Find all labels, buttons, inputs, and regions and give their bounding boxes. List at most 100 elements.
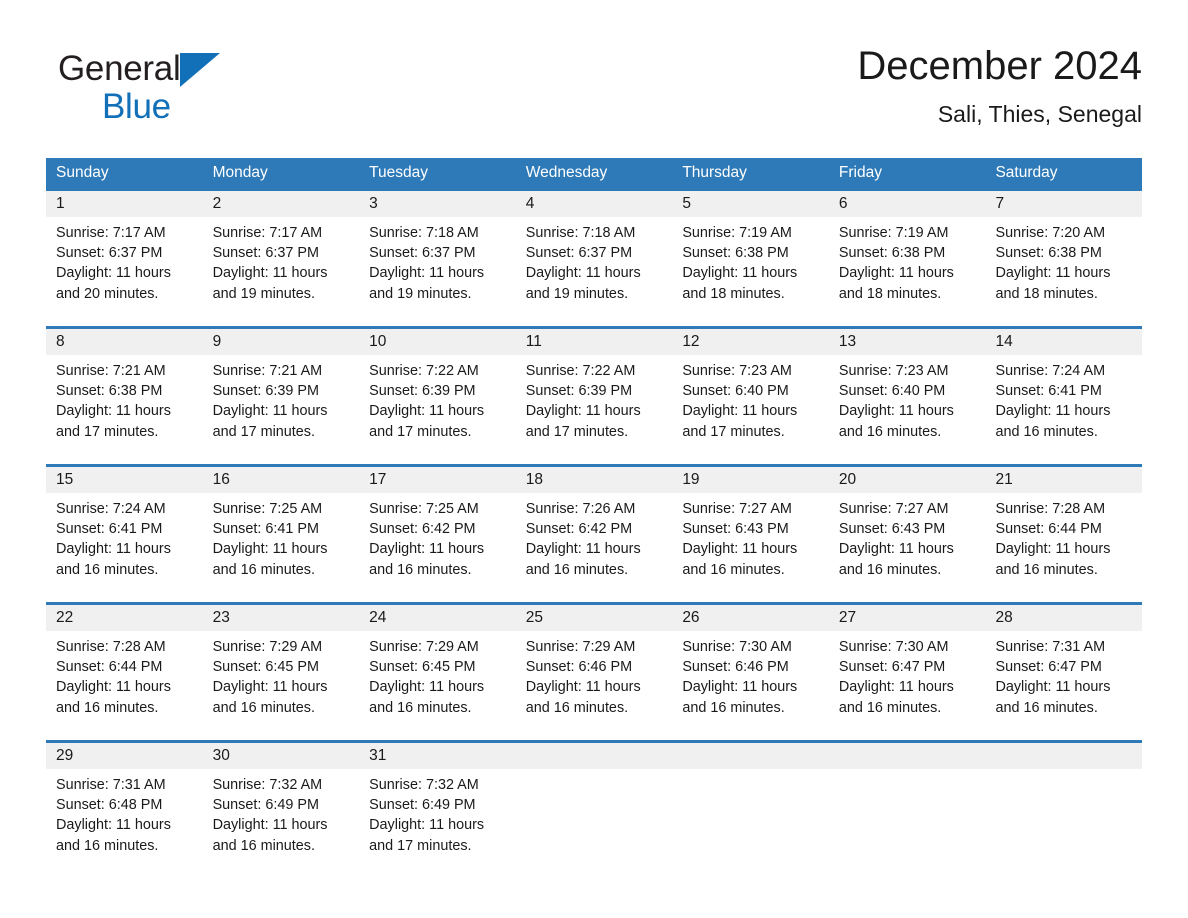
day-number[interactable]: 28 (985, 605, 1142, 631)
day-cell[interactable]: Sunrise: 7:17 AM Sunset: 6:37 PM Dayligh… (46, 217, 203, 326)
day-number-empty (516, 743, 673, 769)
week-daynumber-band: 8 9 10 11 12 13 14 (46, 329, 1142, 355)
sunrise-text: Sunrise: 7:31 AM (56, 777, 166, 793)
daylight-line1: Daylight: 11 hours (369, 541, 485, 558)
sunset-text: Sunset: 6:39 PM (369, 383, 476, 400)
day-cell[interactable]: Sunrise: 7:30 AM Sunset: 6:47 PM Dayligh… (829, 631, 986, 740)
day-number[interactable]: 29 (46, 743, 203, 769)
day-number[interactable]: 21 (985, 467, 1142, 493)
generalblue-logo[interactable]: General Blue (58, 50, 318, 140)
day-cell[interactable]: Sunrise: 7:32 AM Sunset: 6:49 PM Dayligh… (359, 769, 516, 881)
day-number[interactable]: 16 (203, 467, 360, 493)
day-number[interactable]: 8 (46, 329, 203, 355)
day-number[interactable]: 18 (516, 467, 673, 493)
day-number[interactable]: 20 (829, 467, 986, 493)
day-number[interactable]: 11 (516, 329, 673, 355)
day-cell[interactable]: Sunrise: 7:28 AM Sunset: 6:44 PM Dayligh… (985, 493, 1142, 602)
day-number[interactable]: 23 (203, 605, 360, 631)
day-cell[interactable]: Sunrise: 7:29 AM Sunset: 6:45 PM Dayligh… (203, 631, 360, 740)
day-number[interactable]: 31 (359, 743, 516, 769)
day-number[interactable]: 25 (516, 605, 673, 631)
day-number[interactable]: 3 (359, 191, 516, 217)
sunset-text: Sunset: 6:38 PM (995, 245, 1102, 262)
daylight-line2: and 17 minutes. (369, 423, 472, 440)
daylight-line1: Daylight: 11 hours (995, 403, 1111, 420)
day-number[interactable]: 14 (985, 329, 1142, 355)
day-number[interactable]: 27 (829, 605, 986, 631)
logo-triangle-icon (180, 53, 221, 87)
daylight-line1: Daylight: 11 hours (56, 679, 171, 696)
calendar-week-row: 15 16 17 18 19 20 21 Sunrise: 7:24 AM Su… (46, 464, 1142, 602)
day-cell[interactable]: Sunrise: 7:25 AM Sunset: 6:42 PM Dayligh… (359, 493, 516, 602)
day-number[interactable]: 7 (985, 191, 1142, 217)
sunrise-text: Sunrise: 7:30 AM (838, 639, 949, 655)
sunrise-text: Sunrise: 7:19 AM (838, 225, 949, 241)
day-cell[interactable]: Sunrise: 7:22 AM Sunset: 6:39 PM Dayligh… (516, 355, 673, 464)
sunset-text: Sunset: 6:43 PM (682, 521, 789, 538)
day-cell[interactable]: Sunrise: 7:18 AM Sunset: 6:37 PM Dayligh… (516, 217, 673, 326)
weekday-header-friday: Friday (838, 164, 882, 181)
daylight-line2: and 16 minutes. (212, 837, 315, 854)
daylight-line2: and 16 minutes. (838, 699, 942, 716)
day-cell[interactable]: Sunrise: 7:20 AM Sunset: 6:38 PM Dayligh… (985, 217, 1142, 326)
day-number[interactable]: 12 (672, 329, 829, 355)
day-number[interactable]: 5 (672, 191, 829, 217)
day-cell[interactable]: Sunrise: 7:30 AM Sunset: 6:46 PM Dayligh… (672, 631, 829, 740)
sunset-text: Sunset: 6:44 PM (995, 521, 1102, 538)
day-cell[interactable]: Sunrise: 7:31 AM Sunset: 6:47 PM Dayligh… (985, 631, 1142, 740)
day-cell[interactable]: Sunrise: 7:24 AM Sunset: 6:41 PM Dayligh… (46, 493, 203, 602)
day-number[interactable]: 9 (203, 329, 360, 355)
day-number[interactable]: 13 (829, 329, 986, 355)
daylight-line2: and 16 minutes. (525, 699, 629, 716)
page-title: December 2024 (857, 44, 1142, 88)
day-cell[interactable]: Sunrise: 7:19 AM Sunset: 6:38 PM Dayligh… (672, 217, 829, 326)
day-number[interactable]: 26 (672, 605, 829, 631)
day-cell[interactable]: Sunrise: 7:25 AM Sunset: 6:41 PM Dayligh… (203, 493, 360, 602)
day-number[interactable]: 19 (672, 467, 829, 493)
day-cell[interactable]: Sunrise: 7:31 AM Sunset: 6:48 PM Dayligh… (46, 769, 203, 881)
sunset-text: Sunset: 6:41 PM (212, 521, 319, 538)
sunset-text: Sunset: 6:47 PM (838, 659, 946, 676)
daylight-line2: and 19 minutes. (212, 285, 315, 302)
day-number[interactable]: 15 (46, 467, 203, 493)
day-number[interactable]: 22 (46, 605, 203, 631)
page-subtitle: Sali, Thies, Senegal (937, 101, 1142, 127)
day-number[interactable]: 17 (359, 467, 516, 493)
day-cell[interactable]: Sunrise: 7:22 AM Sunset: 6:39 PM Dayligh… (359, 355, 516, 464)
day-cell[interactable]: Sunrise: 7:27 AM Sunset: 6:43 PM Dayligh… (672, 493, 829, 602)
day-cell[interactable]: Sunrise: 7:29 AM Sunset: 6:46 PM Dayligh… (516, 631, 673, 740)
day-number[interactable]: 2 (203, 191, 360, 217)
day-number[interactable]: 4 (516, 191, 673, 217)
daylight-line1: Daylight: 11 hours (838, 541, 954, 558)
daylight-line2: and 17 minutes. (682, 423, 785, 440)
daylight-line1: Daylight: 11 hours (56, 541, 171, 558)
sunset-text: Sunset: 6:47 PM (995, 659, 1102, 676)
calendar-week-row: 29 30 31 Sunrise: 7:31 AM Sunset: 6:48 P… (46, 740, 1142, 881)
day-cell[interactable]: Sunrise: 7:26 AM Sunset: 6:42 PM Dayligh… (516, 493, 673, 602)
day-number[interactable]: 30 (203, 743, 360, 769)
day-cell[interactable]: Sunrise: 7:29 AM Sunset: 6:45 PM Dayligh… (359, 631, 516, 740)
day-number[interactable]: 10 (359, 329, 516, 355)
week-daynumber-band: 1 2 3 4 5 6 7 (46, 191, 1142, 217)
day-cell[interactable]: Sunrise: 7:21 AM Sunset: 6:38 PM Dayligh… (46, 355, 203, 464)
day-cell[interactable]: Sunrise: 7:32 AM Sunset: 6:49 PM Dayligh… (203, 769, 360, 881)
day-cell[interactable]: Sunrise: 7:23 AM Sunset: 6:40 PM Dayligh… (672, 355, 829, 464)
daylight-line1: Daylight: 11 hours (995, 541, 1111, 558)
day-cell[interactable]: Sunrise: 7:28 AM Sunset: 6:44 PM Dayligh… (46, 631, 203, 740)
day-cell[interactable]: Sunrise: 7:23 AM Sunset: 6:40 PM Dayligh… (829, 355, 986, 464)
day-cell[interactable]: Sunrise: 7:24 AM Sunset: 6:41 PM Dayligh… (985, 355, 1142, 464)
weekday-header-monday: Monday (212, 164, 268, 181)
weekday-header-wednesday: Wednesday (525, 164, 608, 181)
day-cell[interactable]: Sunrise: 7:18 AM Sunset: 6:37 PM Dayligh… (359, 217, 516, 326)
sunrise-text: Sunrise: 7:28 AM (995, 501, 1106, 517)
day-number[interactable]: 6 (829, 191, 986, 217)
day-cell[interactable]: Sunrise: 7:27 AM Sunset: 6:43 PM Dayligh… (829, 493, 986, 602)
day-cell[interactable]: Sunrise: 7:17 AM Sunset: 6:37 PM Dayligh… (203, 217, 360, 326)
day-number[interactable]: 1 (46, 191, 203, 217)
week-detail-band: Sunrise: 7:21 AM Sunset: 6:38 PM Dayligh… (46, 355, 1142, 464)
daylight-line2: and 16 minutes. (525, 561, 629, 578)
day-cell[interactable]: Sunrise: 7:21 AM Sunset: 6:39 PM Dayligh… (203, 355, 360, 464)
day-cell[interactable]: Sunrise: 7:19 AM Sunset: 6:38 PM Dayligh… (829, 217, 986, 326)
sunrise-text: Sunrise: 7:23 AM (682, 363, 792, 379)
day-number[interactable]: 24 (359, 605, 516, 631)
